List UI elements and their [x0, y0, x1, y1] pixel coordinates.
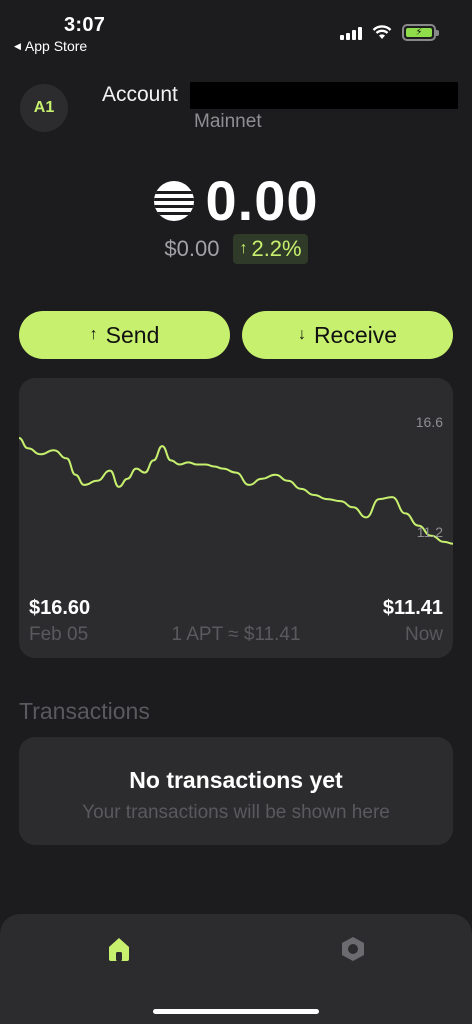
exchange-rate: 1 APT ≈ $11.41 — [171, 624, 301, 645]
receive-button[interactable]: ↓ Receive — [242, 311, 453, 359]
cellular-signal-icon — [340, 26, 362, 40]
price-change-value: 2.2% — [251, 236, 302, 261]
status-icons: ⚡ — [340, 24, 439, 41]
arrow-down-icon: ↓ — [297, 326, 306, 343]
arrow-up-icon: ↑ — [89, 326, 98, 343]
empty-transactions-subtitle: Your transactions will be shown here — [82, 802, 390, 823]
balance-sub-row: $0.00 ↑ 2.2% — [0, 234, 472, 264]
y-tick-high: 16.6 — [415, 414, 443, 430]
price-series-line — [19, 437, 453, 545]
account-address-redacted — [190, 82, 458, 109]
account-avatar[interactable]: A1 — [20, 84, 68, 132]
home-icon — [109, 938, 129, 961]
wifi-icon — [372, 25, 392, 39]
chart-end-price: $11.41 — [382, 597, 443, 619]
network-label[interactable]: Mainnet — [194, 111, 262, 133]
balance-amount: 0.00 — [205, 169, 319, 232]
tab-bar — [0, 914, 472, 1024]
price-change-badge: ↑ 2.2% — [233, 234, 308, 264]
status-time: 3:07 — [64, 14, 106, 36]
fiat-balance: $0.00 — [164, 236, 220, 261]
price-chart-card[interactable]: 16.6 11.2 $16.60 $11.41 Feb 05 1 APT ≈ $… — [19, 378, 453, 658]
y-tick-low: 11.2 — [416, 524, 443, 540]
account-name-label[interactable]: Account — [102, 83, 178, 107]
transactions-heading: Transactions — [19, 698, 150, 724]
status-bar: 3:07 ◀ App Store ⚡ — [0, 0, 472, 60]
chart-end-date: Now — [404, 624, 443, 645]
receive-label: Receive — [313, 321, 398, 348]
arrow-up-icon: ↑ — [239, 240, 248, 257]
send-label: Send — [105, 321, 160, 348]
home-indicator — [153, 1009, 319, 1014]
chart-start-price: $16.60 — [29, 597, 91, 619]
aptos-logo-icon — [153, 180, 194, 221]
balance-row: 0.00 — [0, 168, 472, 233]
transactions-empty-card: No transactions yet Your transactions wi… — [19, 737, 453, 845]
tab-settings[interactable] — [338, 934, 368, 964]
back-caret-icon: ◀ — [14, 40, 21, 51]
back-link-label: App Store — [24, 38, 88, 54]
send-button[interactable]: ↑ Send — [19, 311, 230, 359]
empty-transactions-title: No transactions yet — [129, 767, 343, 793]
battery-icon: ⚡ — [402, 24, 439, 41]
settings-icon — [342, 937, 364, 961]
tab-home[interactable] — [104, 934, 134, 964]
back-to-app-store-link[interactable]: ◀ App Store — [14, 38, 87, 54]
